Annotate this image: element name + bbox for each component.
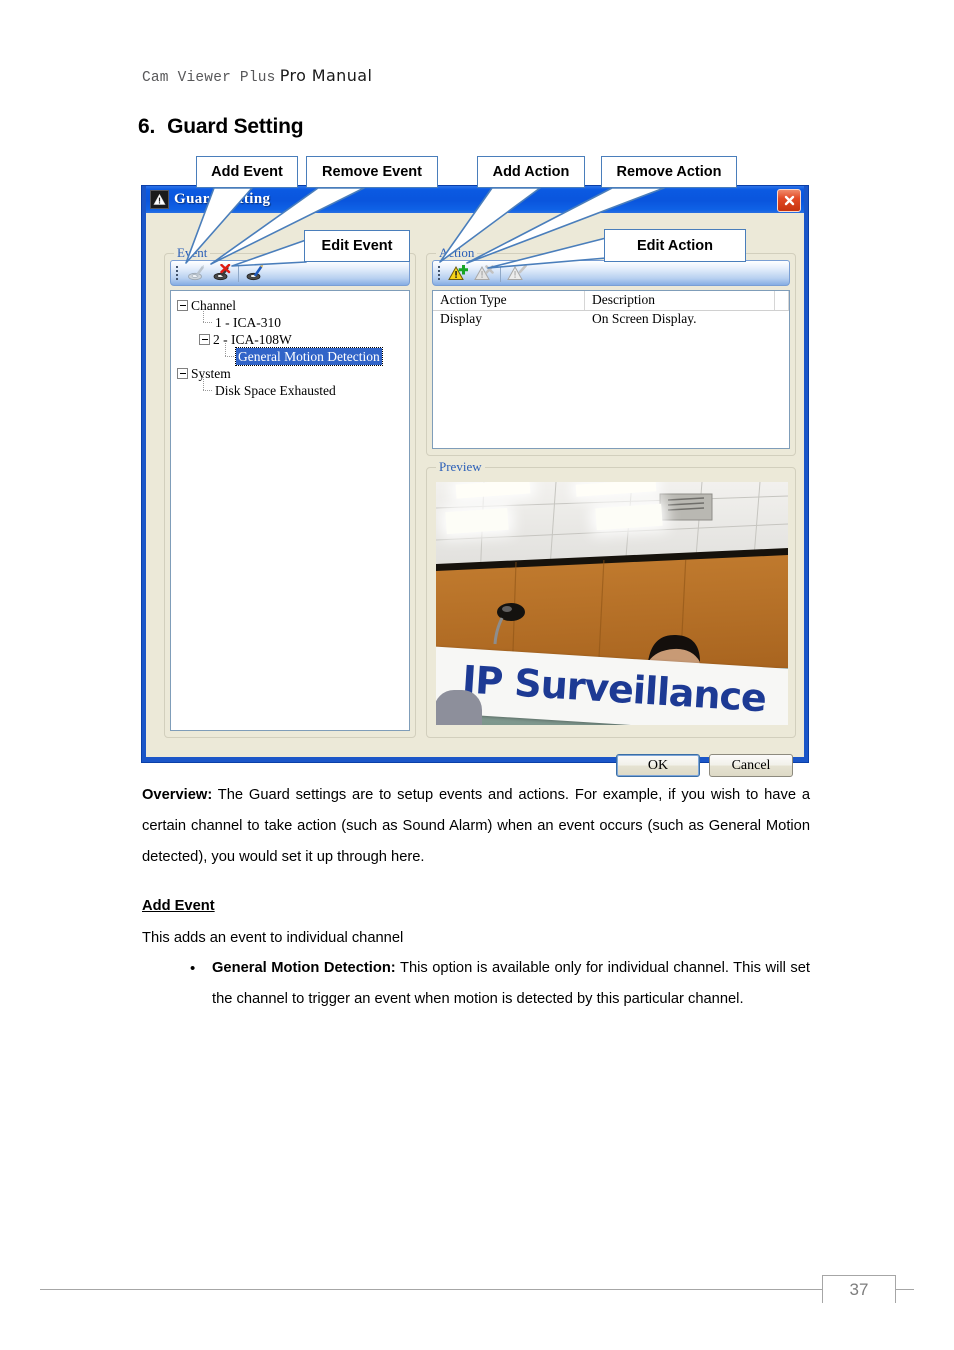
tree-connector-icon [199,309,212,327]
tree-node[interactable]: System [171,365,409,382]
action-toolbar [432,260,790,286]
preview-group: Preview IP Surveillance [426,459,796,738]
callout-edit-event-label: Edit Event [321,238,393,254]
tree-node[interactable]: General Motion Detection [171,343,409,366]
callout-add-action-label: Add Action [492,164,570,180]
desk-lamp-icon [493,603,525,645]
add-action-icon[interactable] [445,262,471,284]
edit-event-icon[interactable] [242,262,268,284]
cell-action-type: Display [440,311,482,326]
toolbar-grip-icon[interactable] [435,265,443,281]
running-header: Cam Viewer Plus Pro Manual [142,66,372,86]
tree-node[interactable]: Disk Space Exhausted [171,377,409,399]
callout-remove-event: Remove Event [306,156,438,188]
preview-group-label: Preview [436,459,485,475]
edit-action-icon[interactable] [504,262,530,284]
event-toolbar [170,260,410,286]
tree-connector-icon [199,377,212,395]
callout-edit-action: Edit Action [604,229,746,262]
section-number: 6. [138,115,156,138]
table-row[interactable]: Display On Screen Display. [433,311,789,329]
tree-connector-icon [221,343,234,361]
list-item-text: General Motion Detection: This option is… [212,953,810,1015]
callout-remove-action: Remove Action [601,156,737,188]
manual-name: Pro Manual [279,66,373,85]
column-header-description[interactable]: Description [585,291,775,310]
tree-node-label: 2 - ICA-108W [213,332,292,347]
dialog-client-area: Event Channel 1 - ICA-310 2 - ICA-108W G… [146,213,804,777]
tree-node[interactable]: Channel [171,297,409,314]
tree-node-label: 1 - ICA-310 [215,315,281,330]
callout-edit-event: Edit Event [304,230,410,262]
tree-node[interactable]: 1 - ICA-310 [171,309,409,331]
event-group: Event Channel 1 - ICA-310 2 - ICA-108W G… [164,245,416,738]
tree-node[interactable]: 2 - ICA-108W [171,331,409,348]
screenshot-region: Guard Setting Event Channel 1 - ICA-310 … [141,185,811,777]
action-group: Action Action Type Description Display O… [426,245,796,456]
action-list-header: Action Type Description [433,291,789,311]
add-event-icon[interactable] [183,262,209,284]
tree-node-label-selected: General Motion Detection [235,347,383,366]
column-header-action-type[interactable]: Action Type [433,291,585,310]
bullet-list: • General Motion Detection: This option i… [190,953,810,1015]
add-event-heading: Add Event [142,898,215,914]
tree-node-label: Channel [191,298,236,313]
add-event-description: This adds an event to individual channel [142,930,404,946]
ok-button[interactable]: OK [616,754,700,777]
event-group-label: Event [174,245,211,261]
preview-image: IP Surveillance [436,482,788,725]
page-number: 37 [822,1275,896,1303]
callout-add-event: Add Event [196,156,298,188]
cancel-button[interactable]: Cancel [709,754,793,777]
tree-expander-minus-icon[interactable] [177,300,188,311]
tree-node-label: System [191,366,231,381]
dialog-frame-right [804,186,808,762]
list-item: • General Motion Detection: This option i… [190,953,810,1015]
guard-setting-dialog: Guard Setting Event Channel 1 - ICA-310 … [141,185,809,777]
bullet-dot-icon: • [190,960,196,977]
remove-event-icon[interactable] [209,262,235,284]
overview-label: Overview: [142,787,213,803]
callout-remove-action-label: Remove Action [616,164,722,180]
action-list-panel[interactable]: Action Type Description Display On Screen… [432,290,790,449]
dialog-title: Guard Setting [174,191,271,207]
cancel-button-label: Cancel [731,757,771,773]
overview-paragraph: Overview: The Guard settings are to setu… [142,780,810,873]
product-name: Cam Viewer Plus [142,70,276,86]
toolbar-separator [500,264,501,282]
warning-triangle-icon [150,190,169,209]
column-header-filler [775,291,789,310]
tree-node-label: Disk Space Exhausted [215,383,336,398]
page-title: 6. Guard Setting [138,115,304,139]
cell-description: On Screen Display. [592,311,697,326]
event-tree: Channel 1 - ICA-310 2 - ICA-108W General Mo… [171,291,409,399]
close-icon[interactable] [777,189,801,212]
toolbar-separator [238,264,239,282]
list-item-term: General Motion Detection: [212,960,396,976]
action-list-rows: Display On Screen Display. [433,311,789,329]
callout-edit-action-label: Edit Action [637,237,713,254]
callout-add-action: Add Action [477,156,585,188]
ok-button-label: OK [647,757,669,773]
overview-text: The Guard settings are to setup events a… [142,787,810,865]
dialog-titlebar[interactable]: Guard Setting [146,186,804,213]
action-group-label: Action [436,245,478,261]
section-title: Guard Setting [167,115,304,138]
footer-divider [40,1289,914,1290]
tree-expander-minus-icon[interactable] [199,334,210,345]
tree-expander-minus-icon[interactable] [177,368,188,379]
callout-remove-event-label: Remove Event [322,164,422,180]
callout-add-event-label: Add Event [211,164,283,180]
remove-action-icon[interactable] [471,262,497,284]
event-tree-panel[interactable]: Channel 1 - ICA-310 2 - ICA-108W General Mo… [170,290,410,731]
light-fixture-icon [595,503,663,531]
light-fixture-icon [445,507,509,535]
toolbar-grip-icon[interactable] [173,265,181,281]
